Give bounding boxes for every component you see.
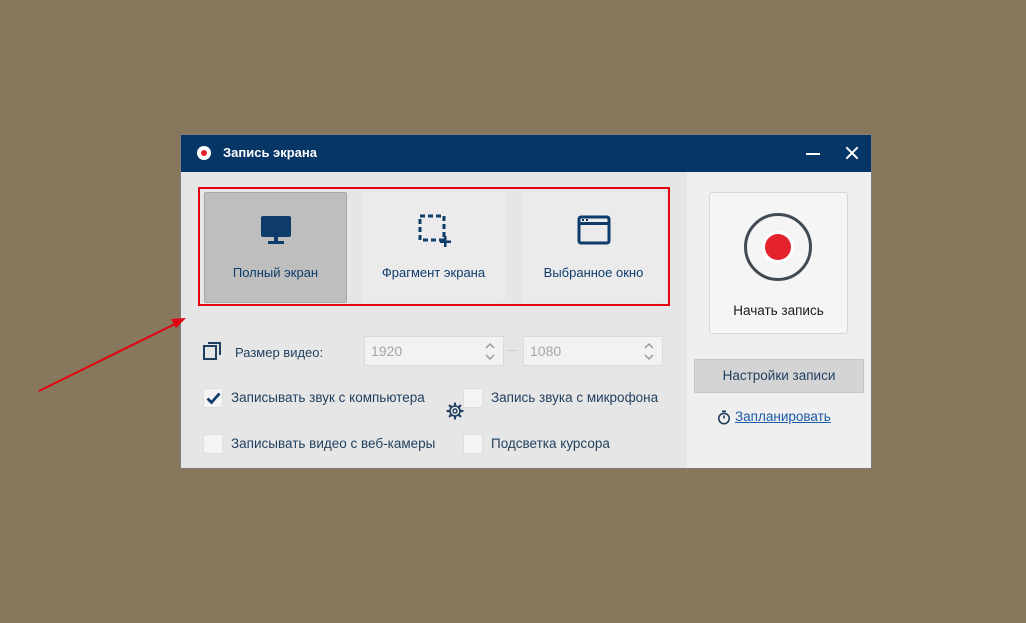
gear-icon[interactable] (446, 402, 464, 420)
mode-fullscreen-button[interactable]: Полный экран (204, 192, 347, 303)
close-button[interactable] (844, 144, 860, 162)
cursor-highlight-label: Подсветка курсора (491, 436, 610, 451)
mode-region-button[interactable]: Фрагмент экрана (362, 192, 505, 303)
start-recording-label: Начать запись (733, 303, 824, 318)
mode-window-button[interactable]: Выбранное окно (522, 192, 665, 303)
record-app-icon (197, 146, 211, 160)
cursor-highlight-checkbox[interactable] (463, 434, 483, 454)
record-computer-sound-checkbox[interactable] (203, 388, 223, 408)
mode-window-label: Выбранное окно (543, 265, 644, 280)
video-height-input[interactable] (524, 337, 640, 365)
video-height-spinbox[interactable] (523, 336, 663, 366)
monitor-icon (260, 216, 291, 244)
size-separator (506, 350, 518, 351)
checkmark-icon (206, 392, 221, 405)
record-icon (744, 213, 812, 281)
capture-options-panel: Полный экран Фрагмент экрана Выбранное о… (181, 172, 687, 468)
video-width-spinbox[interactable] (364, 336, 504, 366)
title-bar[interactable]: Запись экрана (181, 135, 871, 172)
video-size-label: Размер видео: (235, 345, 324, 360)
mode-region-label: Фрагмент экрана (381, 265, 486, 280)
mode-fullscreen-label: Полный экран (232, 265, 319, 280)
record-microphone-label: Запись звука с микрофона (491, 390, 659, 405)
record-microphone-checkbox[interactable] (463, 388, 483, 408)
screen-recording-window: Запись экрана Полный экран Фрагмент экра… (181, 135, 871, 468)
record-controls-panel: Начать запись Настройки записи Запланиро… (687, 172, 871, 468)
video-width-input[interactable] (365, 337, 481, 365)
chevron-up-icon[interactable] (644, 341, 654, 351)
video-size-icon (203, 342, 221, 360)
record-computer-sound-label: Записывать звук с компьютера (231, 390, 425, 405)
region-select-icon (418, 214, 451, 247)
record-dot (765, 234, 791, 260)
record-webcam-label: Записывать видео с веб-камеры (231, 436, 436, 451)
schedule-label: Запланировать (735, 409, 831, 424)
minimize-button[interactable] (806, 153, 820, 155)
window-icon (577, 215, 610, 245)
start-recording-button[interactable]: Начать запись (709, 192, 848, 334)
stopwatch-icon (718, 410, 730, 425)
chevron-down-icon[interactable] (644, 352, 654, 362)
chevron-up-icon[interactable] (485, 341, 495, 351)
chevron-down-icon[interactable] (485, 352, 495, 362)
recording-settings-button[interactable]: Настройки записи (694, 359, 864, 393)
record-webcam-checkbox[interactable] (203, 434, 223, 454)
window-title: Запись экрана (223, 145, 317, 160)
